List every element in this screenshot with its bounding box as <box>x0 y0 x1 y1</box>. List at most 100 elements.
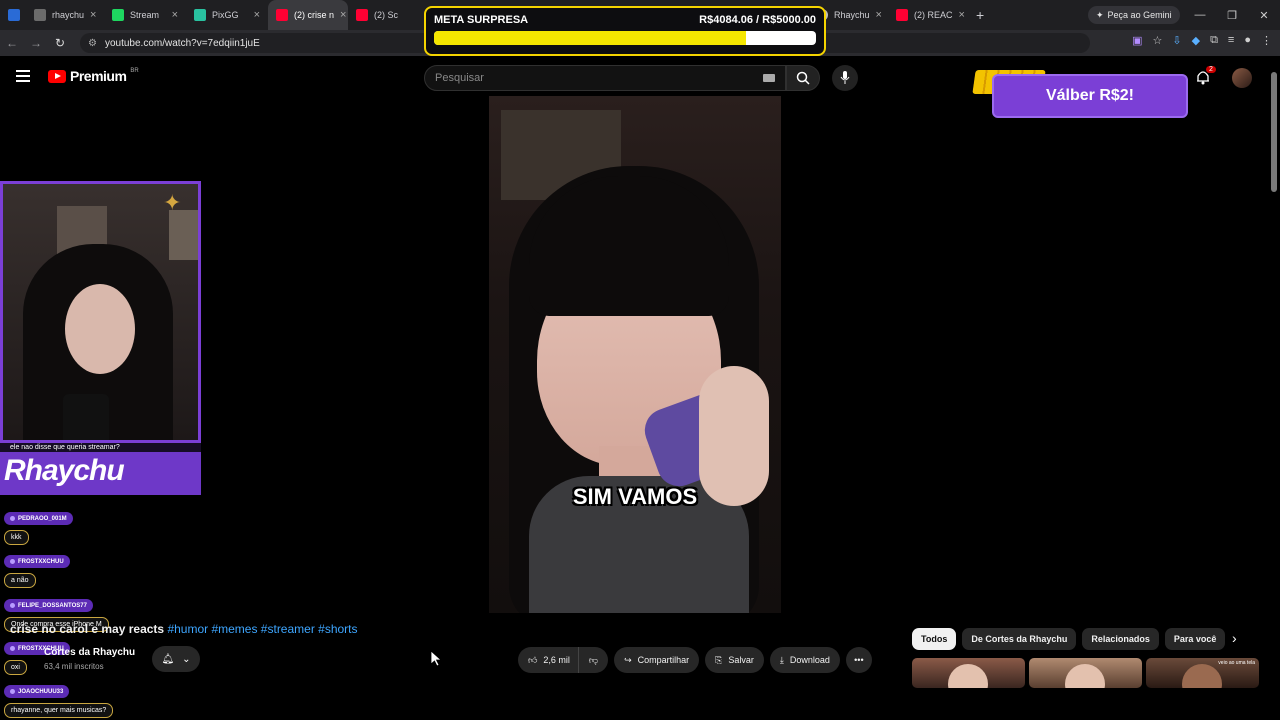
thumbs-down-icon: 👎︎ <box>588 654 599 665</box>
back-icon[interactable]: ← <box>0 36 24 50</box>
scrollbar-thumb[interactable] <box>1271 72 1277 192</box>
tab-title: (2) crise n <box>294 10 335 20</box>
badge-icon <box>10 603 15 608</box>
logo-region: BR <box>130 68 139 74</box>
close-tab-icon[interactable]: × <box>959 9 965 21</box>
youtube-play-icon <box>48 69 66 83</box>
chat-text: kkk <box>4 530 29 545</box>
new-tab-button[interactable]: + <box>968 0 992 30</box>
video-hashtags[interactable]: #humor #memes #streamer #shorts <box>167 622 357 636</box>
media-controls-icon[interactable]: ≡ <box>1228 34 1234 47</box>
profile-icon[interactable]: ● <box>1244 34 1251 47</box>
chat-username: FROSTXXCHUU <box>18 558 64 565</box>
menu-dots-icon[interactable]: ⋮ <box>1261 34 1272 47</box>
like-button[interactable]: 👍︎ 2,6 mil <box>518 647 578 673</box>
tab-title: PixGG <box>212 10 239 20</box>
related-video-thumbnail[interactable] <box>1029 658 1142 688</box>
chevron-right-icon[interactable]: › <box>1232 630 1237 646</box>
youtube-favicon-icon <box>896 9 908 21</box>
extensions-icon[interactable]: ⧉ <box>1210 34 1218 47</box>
tab-0[interactable]: rhaychu × <box>26 0 104 30</box>
chat-text: rhayanne, quer mais musicas? <box>4 703 114 718</box>
related-video-thumbnail[interactable] <box>912 658 1025 688</box>
save-label: Salvar <box>728 655 754 665</box>
chat-message: JOAOCHUUU33 rhayanne, quer mais musicas? <box>4 681 114 718</box>
download-icon[interactable]: ⇩ <box>1172 34 1181 47</box>
streamer-banner: ele nao disse que queria streamar? Rhayc… <box>0 443 201 495</box>
thumbnail-face <box>1065 664 1105 688</box>
voice-search-button[interactable] <box>832 65 858 91</box>
more-dots-icon: ••• <box>854 655 864 665</box>
badge-icon <box>10 559 15 564</box>
extension-diamond-icon[interactable]: ◆ <box>1192 34 1200 47</box>
download-label: Download <box>789 655 830 665</box>
bookmark-star-icon[interactable]: ☆ <box>1153 34 1163 47</box>
close-tab-icon[interactable]: × <box>254 9 260 21</box>
download-icon: ⤓ <box>779 654 784 665</box>
chat-username: JOAOCHUUU33 <box>18 688 64 695</box>
close-tab-icon[interactable]: × <box>340 9 346 21</box>
dislike-button[interactable]: 👎︎ <box>577 647 609 673</box>
donation-alert: Válber R$2! <box>972 64 1202 124</box>
save-button[interactable]: ⎘ Salvar <box>705 647 764 673</box>
tab-title: (2) REAC <box>914 10 953 20</box>
search-button[interactable] <box>786 65 820 91</box>
extension-tab[interactable] <box>0 0 26 30</box>
tab-title: Stream <box>130 10 160 20</box>
tab-3-active[interactable]: (2) crise n × <box>268 0 348 30</box>
share-button[interactable]: ↪ Compartilhar <box>614 647 700 673</box>
reload-icon[interactable]: ↻ <box>48 36 72 50</box>
share-icon: ↪ <box>624 654 632 665</box>
toolbar-icons: ▣ ☆ ⇩ ◆ ⧉ ≡ ● ⋮ <box>1132 34 1272 47</box>
related-videos: veio ao uma tela <box>912 658 1259 688</box>
close-tab-icon[interactable]: × <box>172 9 178 21</box>
chip-all[interactable]: Todos <box>912 628 957 650</box>
notification-badge: 2 <box>1206 66 1216 73</box>
streamer-face <box>65 284 135 374</box>
chip-from-channel[interactable]: De Cortes da Rhaychu <box>962 628 1077 650</box>
youtube-favicon-icon <box>276 9 288 21</box>
thumbnail-face <box>1182 664 1222 688</box>
site-info-icon[interactable]: ⚙ <box>88 38 97 49</box>
maximize-icon[interactable]: ❐ <box>1216 9 1248 22</box>
forward-icon[interactable]: → <box>24 36 48 50</box>
related-video-thumbnail[interactable]: veio ao uma tela <box>1146 658 1259 688</box>
youtube-logo[interactable]: Premium BR <box>48 68 139 84</box>
subscribed-notifications-button[interactable]: 🔔︎ ⌄ <box>152 646 200 672</box>
video-caption: SIM VAMOS <box>572 484 698 509</box>
close-tab-icon[interactable]: × <box>876 9 882 21</box>
page-scrollbar[interactable] <box>1270 62 1278 692</box>
tab-1[interactable]: Stream × <box>104 0 186 30</box>
close-window-icon[interactable]: ✕ <box>1248 9 1280 22</box>
account-avatar[interactable] <box>1232 68 1252 88</box>
chat-username-badge: FELIPE_DOSSANTOS77 <box>4 599 93 612</box>
keyboard-icon[interactable] <box>763 74 775 82</box>
chip-for-you[interactable]: Para você <box>1164 628 1226 650</box>
goal-title: META SURPRESA <box>434 14 529 26</box>
video-actions: 👍︎ 2,6 mil 👎︎ ↪ Compartilhar ⎘ Salvar ⤓ … <box>518 647 872 673</box>
chip-related[interactable]: Relacionados <box>1082 628 1159 650</box>
chat-text: oxi <box>4 660 27 675</box>
tab-2[interactable]: PixGG × <box>186 0 268 30</box>
gemini-label: Peça ao Gemini <box>1107 10 1172 20</box>
download-button[interactable]: ⤓ Download <box>769 647 840 673</box>
youtube-favicon-icon <box>356 9 368 21</box>
hamburger-menu-icon[interactable] <box>16 70 30 82</box>
chat-username-badge: JOAOCHUUU33 <box>4 685 70 698</box>
gemini-button[interactable]: ✦ Peça ao Gemini <box>1088 6 1180 24</box>
picture-in-picture-icon[interactable]: ▣ <box>1132 34 1142 47</box>
chat-message: FROSTXXCHUU a não <box>4 551 70 588</box>
minimize-icon[interactable]: — <box>1184 9 1216 21</box>
video-player[interactable] <box>489 96 781 613</box>
webcam-overlay: ✦ <box>0 181 201 443</box>
close-tab-icon[interactable]: × <box>90 9 96 21</box>
more-actions-button[interactable]: ••• <box>845 647 872 673</box>
banner-caption: ele nao disse que queria streamar? <box>0 443 201 452</box>
goal-progress-bar <box>434 31 816 45</box>
badge-icon <box>10 689 15 694</box>
search-placeholder: Pesquisar <box>435 72 484 84</box>
tab-7[interactable]: (2) REAC × <box>888 0 968 30</box>
thumbnail-face <box>948 664 988 688</box>
search-input[interactable]: Pesquisar <box>424 65 786 91</box>
channel-name[interactable]: Cortes da Rhaychu <box>44 647 135 658</box>
